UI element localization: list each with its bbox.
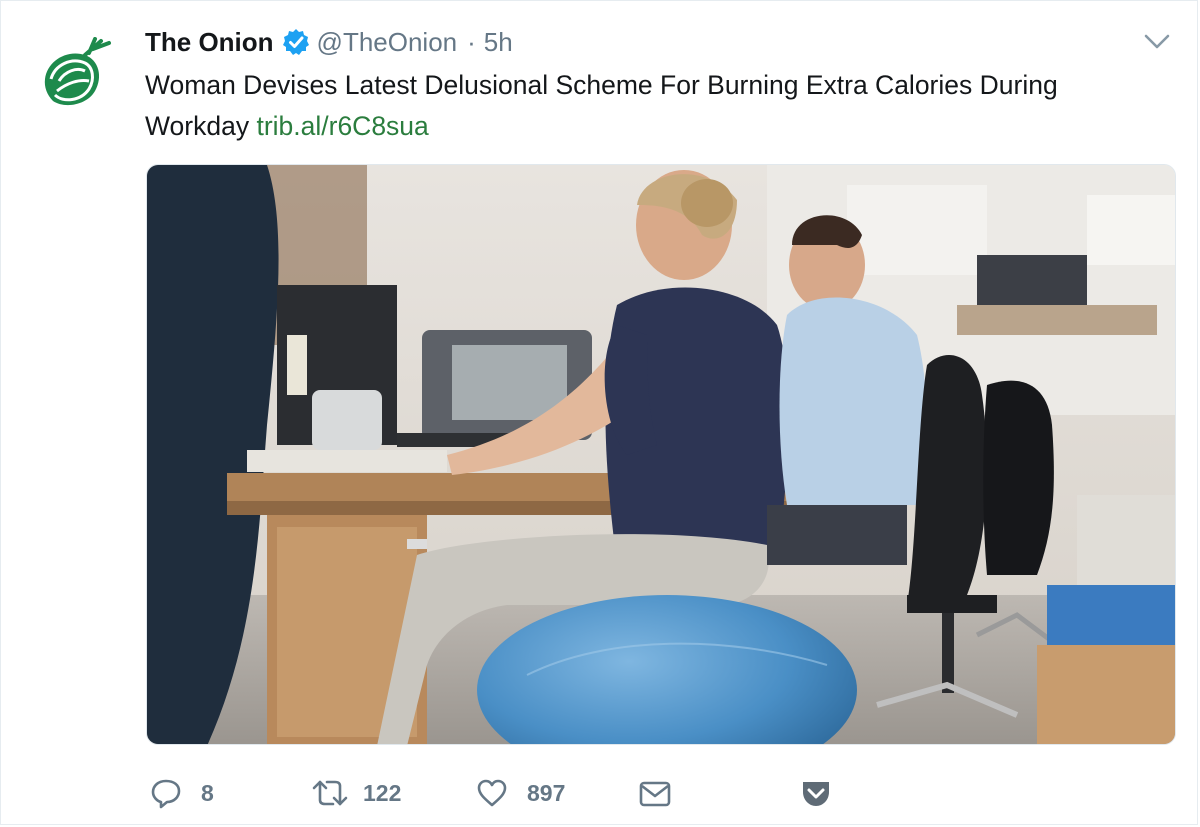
tweet-header: The Onion @TheOnion · 5h: [145, 25, 513, 59]
tweet-link[interactable]: trib.al/r6C8sua: [256, 111, 428, 141]
direct-message-button[interactable]: [637, 771, 671, 815]
verified-badge-icon: [282, 28, 310, 56]
heart-icon: [475, 776, 509, 810]
pocket-button[interactable]: [799, 771, 833, 815]
chevron-down-icon[interactable]: [1141, 29, 1173, 53]
separator-dot: ·: [467, 26, 476, 57]
retweet-count: 122: [363, 779, 402, 806]
reply-count: 8: [201, 779, 214, 806]
reply-button[interactable]: 8: [149, 771, 214, 815]
onion-logo-icon[interactable]: [37, 37, 115, 115]
like-count: 897: [527, 779, 566, 806]
reply-icon: [149, 776, 183, 810]
like-button[interactable]: 897: [475, 771, 565, 815]
envelope-icon: [637, 776, 671, 810]
author-handle[interactable]: @TheOnion: [317, 27, 458, 58]
tweet-photo[interactable]: [146, 164, 1176, 745]
pocket-icon: [799, 776, 833, 810]
tweet-text: Woman Devises Latest Delusional Scheme F…: [145, 65, 1155, 147]
retweet-button[interactable]: 122: [311, 771, 401, 815]
retweet-icon: [311, 776, 348, 810]
tweet-actions: 8 122 897: [149, 771, 849, 815]
tweet-timestamp[interactable]: 5h: [484, 27, 513, 58]
author-name[interactable]: The Onion: [145, 27, 274, 58]
tweet-card[interactable]: The Onion @TheOnion · 5h Woman Devises L…: [0, 0, 1198, 825]
